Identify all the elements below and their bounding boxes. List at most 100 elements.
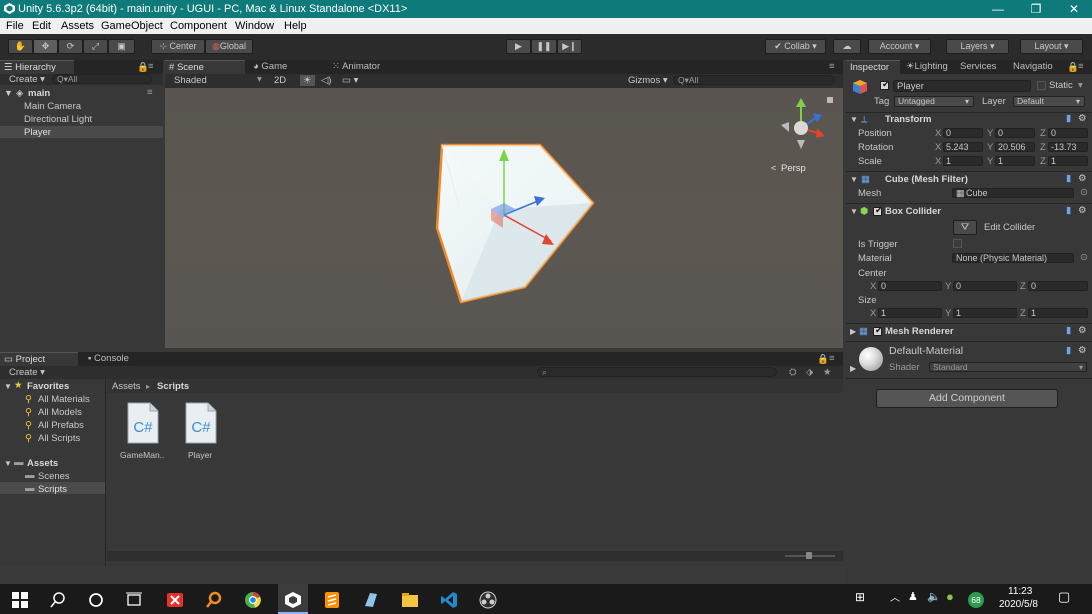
rect-tool-button[interactable]: ▣ [108,39,135,54]
mesh-renderer-enabled-checkbox[interactable]: ✔ [873,325,883,336]
tab-project[interactable]: ▭ Project [0,352,78,366]
tab-inspector[interactable]: Inspector [846,60,900,74]
rotation-x-field[interactable]: 5.243 [943,142,983,152]
material-foldout-arrow-icon[interactable]: ▶ [850,363,856,374]
xmind-app-icon[interactable] [166,591,184,609]
step-button[interactable]: ▶❙ [557,39,582,54]
center-x-field[interactable]: 0 [878,281,942,291]
maximize-button[interactable]: ❐ [1018,0,1054,18]
tag-dropdown[interactable]: Untagged ▾ [894,96,974,107]
obs-app-icon[interactable] [479,591,497,609]
asset-file-gamemanager[interactable]: C# GameMan.. [118,402,168,464]
scale-x-field[interactable]: 1 [943,156,983,166]
folder-scenes[interactable]: Scenes [38,471,70,482]
layers-dropdown[interactable]: Layers ▾ [946,39,1009,54]
audio-toggle-icon[interactable]: ◁) [321,75,331,86]
menu-help[interactable]: Help [284,18,307,34]
scene-search-input[interactable]: Q▾All [673,75,835,85]
rotate-tool-button[interactable]: ⟳ [58,39,83,54]
collab-dropdown[interactable]: ✔ Collab ▾ [765,39,826,54]
chrome-app-icon[interactable] [244,591,262,609]
favorite-all-scripts[interactable]: All Scripts [38,433,80,444]
cloud-button[interactable]: ☁ [833,39,861,54]
static-checkbox[interactable] [1037,81,1046,90]
panel-menu-icon[interactable]: ≡ [148,61,154,72]
size-y-field[interactable]: 1 [953,308,1017,318]
tab-scene[interactable]: # Scene [165,60,245,74]
typora-app-icon[interactable] [362,591,380,609]
transform-title[interactable]: Transform [885,114,931,125]
favorites-label[interactable]: Favorites [27,381,69,392]
tab-console[interactable]: ▪ Console [84,352,154,366]
tab-animator[interactable]: ⁙ Animator [328,60,408,74]
project-lock-icon[interactable]: 🔒 [817,354,829,365]
move-tool-button[interactable]: ✥ [33,39,58,54]
file-explorer-icon[interactable] [401,591,419,609]
object-name-input[interactable]: Player [893,80,1031,92]
center-y-field[interactable]: 0 [953,281,1017,291]
filter-by-type-icon[interactable]: ⛭ [789,367,797,378]
windows-start-icon[interactable] [11,591,29,609]
edit-collider-button[interactable]: ⛛ [953,220,977,235]
vscode-app-icon[interactable] [440,591,458,609]
favorites-foldout-arrow-icon[interactable]: ▼ [4,381,12,392]
mesh-filter-title[interactable]: Cube (Mesh Filter) [885,174,968,185]
box-collider-foldout-arrow-icon[interactable]: ▼ [850,206,858,217]
help-book-icon[interactable]: ▮ [1066,173,1071,184]
scene-menu-icon[interactable]: ≡ [147,87,153,98]
size-z-field[interactable]: 1 [1028,308,1088,318]
favorite-all-materials[interactable]: All Materials [38,394,90,405]
rotation-y-field[interactable]: 20.506 [995,142,1035,152]
menu-file[interactable]: File [6,18,24,34]
inspector-menu-icon[interactable]: ≡ [1078,61,1084,72]
favorite-all-models[interactable]: All Models [38,407,82,418]
help-book-icon[interactable]: ▮ [1066,113,1071,124]
sublime-app-icon[interactable] [323,591,341,609]
layer-dropdown[interactable]: Default ▾ [1013,96,1085,107]
project-search-input[interactable]: ⌕ [537,367,777,377]
orientation-gizmo[interactable] [781,98,825,149]
menu-assets[interactable]: Assets [61,18,94,34]
hierarchy-item-main-camera[interactable]: Main Camera [24,101,81,112]
scale-tool-button[interactable]: ⤢ [83,39,108,54]
menu-edit[interactable]: Edit [32,18,51,34]
object-picker-icon[interactable]: ⊙ [1080,187,1088,198]
hierarchy-item-directional-light[interactable]: Directional Light [24,114,92,125]
icon-size-slider-handle[interactable] [806,552,812,559]
menu-window[interactable]: Window [235,18,274,34]
mesh-object-field[interactable]: ▦ Cube [952,188,1074,198]
size-x-field[interactable]: 1 [878,308,942,318]
component-settings-gear-icon[interactable]: ⚙ [1078,173,1087,184]
box-collider-title[interactable]: Box Collider [885,206,941,217]
menu-gameobject[interactable]: GameObject [101,18,163,34]
task-view-icon[interactable] [125,591,143,609]
tray-app-icon[interactable]: ♟ [908,592,918,603]
scene-panel-menu-icon[interactable]: ≡ [829,61,835,72]
position-z-field[interactable]: 0 [1048,128,1088,138]
2d-toggle-button[interactable]: 2D [274,75,286,86]
lighting-toggle-icon[interactable]: ☀ [300,75,315,86]
project-create-button[interactable]: Create ▾ [9,367,45,378]
close-button[interactable]: ✕ [1056,0,1092,18]
pause-button[interactable]: ❚❚ [531,39,557,54]
center-z-field[interactable]: 0 [1028,281,1088,291]
hierarchy-item-player[interactable]: Player [24,127,51,138]
mesh-filter-foldout-arrow-icon[interactable]: ▼ [850,174,858,185]
breadcrumb-scripts[interactable]: Scripts [157,381,189,392]
input-method-icon[interactable]: ⊞ [855,591,865,603]
assets-foldout-arrow-icon[interactable]: ▼ [4,458,12,469]
component-settings-gear-icon[interactable]: ⚙ [1078,113,1087,124]
notification-center-icon[interactable]: ▢ [1058,590,1070,603]
add-component-button[interactable]: Add Component [876,389,1058,408]
favorite-all-prefabs[interactable]: All Prefabs [38,420,84,431]
folder-scripts[interactable]: Scripts [38,484,67,495]
assets-label[interactable]: Assets [27,458,58,469]
static-dropdown-arrow-icon[interactable]: ▾ [1078,80,1083,91]
favorite-star-icon[interactable]: ★ [823,367,832,378]
pivot-global-button[interactable]: ◍Global [205,39,253,54]
shader-dropdown[interactable]: Standard ▾ [929,362,1087,372]
hierarchy-create-button[interactable]: Create ▾ [9,74,45,85]
asset-file-player[interactable]: C# Player [177,402,227,464]
tab-services[interactable]: Services [956,60,1008,74]
account-dropdown[interactable]: Account ▾ [868,39,931,54]
